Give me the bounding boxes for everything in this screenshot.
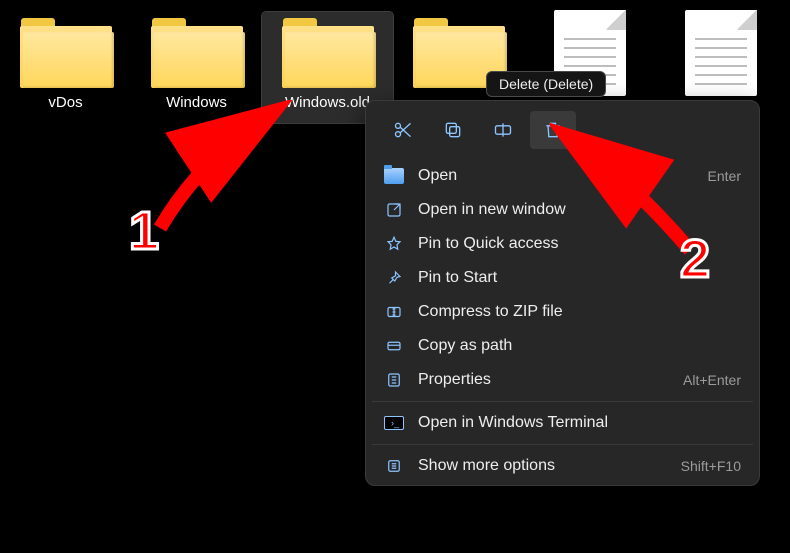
- delete-button[interactable]: [530, 111, 576, 149]
- menu-label: Open: [418, 167, 457, 185]
- more-options-icon: [384, 457, 404, 475]
- menu-label: Show more options: [418, 457, 555, 475]
- rename-button[interactable]: [480, 111, 526, 149]
- menu-separator: [372, 444, 753, 445]
- trash-icon: [543, 120, 563, 140]
- menu-copy-as-path[interactable]: Copy as path: [366, 329, 759, 363]
- file-icon: [685, 10, 757, 96]
- copy-icon: [443, 120, 463, 140]
- menu-show-more-options[interactable]: Show more options Shift+F10: [366, 449, 759, 483]
- menu-shortcut: Shift+F10: [681, 458, 741, 474]
- pin-icon: [384, 269, 404, 287]
- context-menu: Delete (Delete) Open Enter Open in new w…: [365, 100, 760, 486]
- rename-icon: [493, 120, 513, 140]
- menu-separator: [372, 401, 753, 402]
- copy-path-icon: [384, 337, 404, 355]
- menu-open-new-window[interactable]: Open in new window: [366, 193, 759, 227]
- callout-2: 2: [680, 228, 710, 290]
- menu-label: Pin to Quick access: [418, 235, 559, 253]
- menu-label: Open in Windows Terminal: [418, 414, 608, 432]
- menu-properties[interactable]: Properties Alt+Enter: [366, 363, 759, 397]
- menu-label: Compress to ZIP file: [418, 303, 563, 321]
- menu-label: Open in new window: [418, 201, 566, 219]
- menu-open[interactable]: Open Enter: [366, 159, 759, 193]
- zip-icon: [384, 303, 404, 321]
- item-label: Windows.old: [285, 94, 370, 111]
- folder-icon: [149, 18, 245, 88]
- menu-label: Pin to Start: [418, 269, 497, 287]
- scissors-icon: [393, 120, 413, 140]
- folder-icon: [280, 18, 376, 88]
- menu-shortcut: Alt+Enter: [683, 372, 741, 388]
- item-label: vDos: [48, 94, 82, 111]
- menu-compress-zip[interactable]: Compress to ZIP file: [366, 295, 759, 329]
- folder-icon: [18, 18, 114, 88]
- folder-open-icon: [384, 168, 404, 184]
- item-windows[interactable]: Windows: [131, 12, 262, 123]
- new-window-icon: [384, 201, 404, 219]
- item-vdos[interactable]: vDos: [0, 12, 131, 123]
- context-toolbar: [366, 101, 759, 159]
- terminal-icon: ›_: [384, 416, 404, 430]
- menu-label: Properties: [418, 371, 491, 389]
- menu-label: Copy as path: [418, 337, 512, 355]
- tooltip-delete: Delete (Delete): [486, 71, 606, 97]
- item-label: Windows: [166, 94, 227, 111]
- callout-1: 1: [129, 200, 159, 262]
- star-icon: [384, 235, 404, 253]
- copy-button[interactable]: [430, 111, 476, 149]
- menu-shortcut: Enter: [708, 168, 741, 184]
- menu-windows-terminal[interactable]: ›_ Open in Windows Terminal: [366, 406, 759, 440]
- properties-icon: [384, 371, 404, 389]
- cut-button[interactable]: [380, 111, 426, 149]
